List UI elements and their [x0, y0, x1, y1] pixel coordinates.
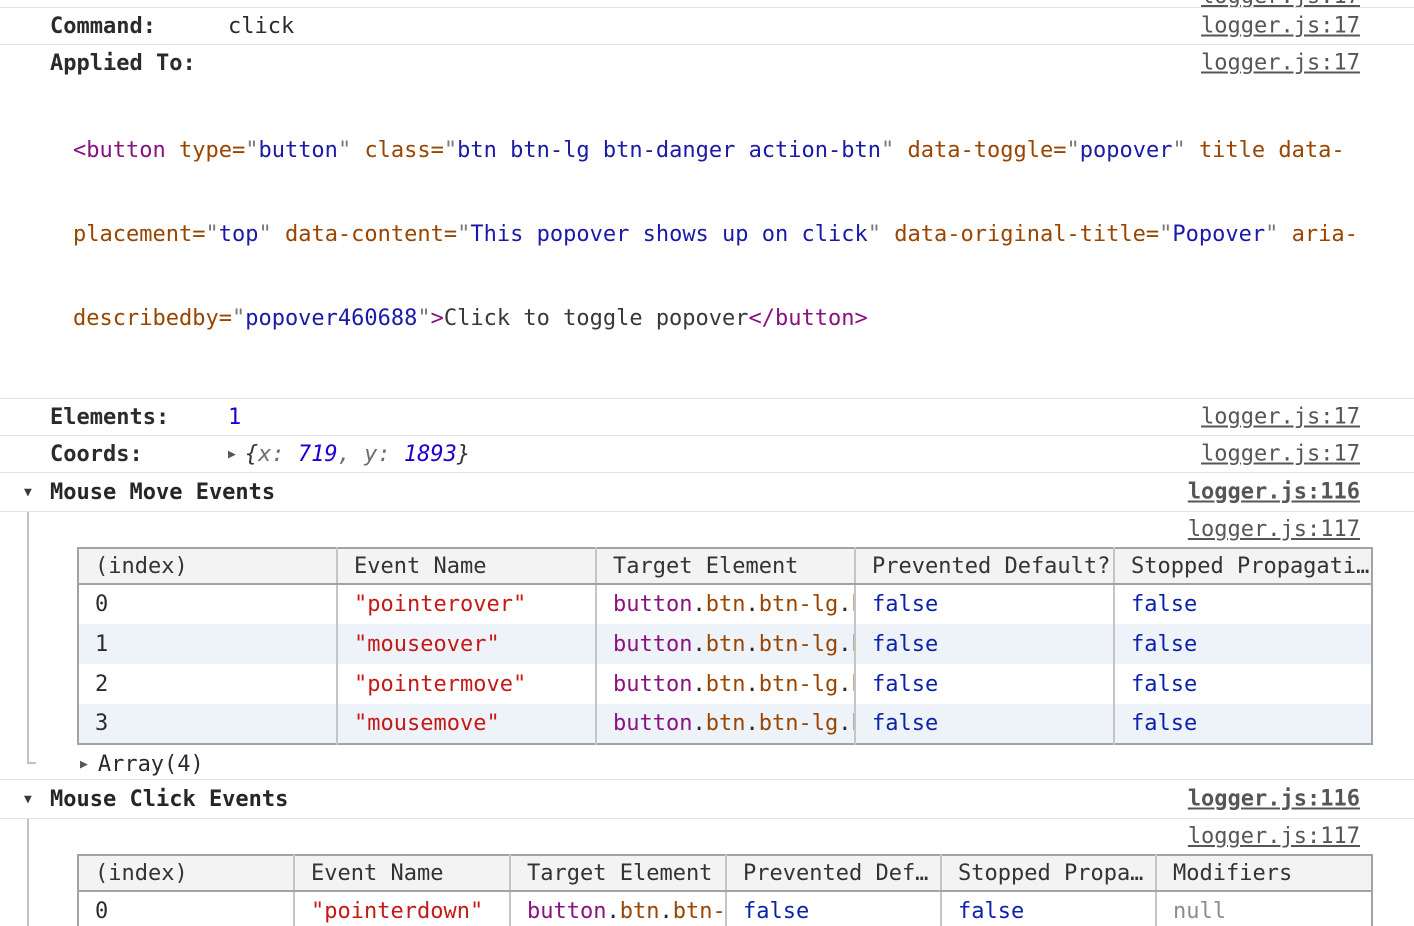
cell-stopped-propagation: false	[1114, 704, 1372, 744]
column-header-modifiers: Modifiers	[1156, 855, 1372, 891]
cell-index: 2	[78, 664, 337, 704]
html-code-line: placement="top" data-content="This popov…	[73, 221, 1414, 249]
clipped-message-row: logger.js:17	[0, 0, 1414, 8]
group-content-mouse-click-events: logger.js:117 (index) Event Name Target …	[0, 819, 1414, 926]
table-row: 3 "mousemove" button.btn.btn-lg.btn-dang…	[78, 704, 1372, 744]
console-message-coords: Coords: ▶ {x: 719, y: 1893} logger.js:17	[0, 436, 1414, 473]
cell-stopped-propagation: false	[1114, 624, 1372, 664]
column-header-index: (index)	[78, 548, 337, 584]
cell-target-element[interactable]: button.btn.btn-lg.btn-danger.action-btn	[596, 624, 855, 664]
source-link[interactable]: logger.js:116	[1188, 480, 1360, 505]
cell-target-element[interactable]: button.btn.btn-lg.btn-danger.action-btn	[596, 704, 855, 744]
cell-index: 0	[78, 891, 294, 926]
column-header-target-element: Target Element	[596, 548, 855, 584]
column-header-prevented-default: Prevented Def…	[726, 855, 941, 891]
source-link[interactable]: logger.js:117	[1188, 824, 1360, 849]
cell-target-element[interactable]: button.btn.btn-lg.btn-danger.action-btn	[596, 584, 855, 624]
column-header-prevented-default: Prevented Default?	[855, 548, 1114, 584]
disclosure-expanded-icon[interactable]: ▼	[24, 486, 32, 499]
source-link[interactable]: logger.js:17	[1201, 442, 1360, 467]
source-link[interactable]: logger.js:17	[1201, 51, 1360, 76]
column-header-target-element: Target Element	[510, 855, 726, 891]
coords-label: Coords:	[50, 442, 228, 467]
cell-target-element[interactable]: button.btn.btn-lg.btn-danger.action-btn	[596, 664, 855, 704]
applied-to-label: Applied To:	[50, 51, 228, 76]
group-title: Mouse Move Events	[50, 480, 275, 505]
source-link[interactable]: logger.js:117	[1188, 517, 1360, 542]
cell-index: 3	[78, 704, 337, 744]
group-header-mouse-move-events[interactable]: ▼ Mouse Move Events logger.js:116	[0, 473, 1414, 512]
group-indent-guide	[27, 512, 36, 764]
cell-prevented-default: false	[855, 584, 1114, 624]
source-link[interactable]: logger.js:17	[1201, 0, 1360, 8]
cell-event-name: "pointerover"	[337, 584, 596, 624]
array-preview-toggle[interactable]: ▶ Array(4)	[0, 749, 1414, 779]
group-content-mouse-move-events: logger.js:117 (index) Event Name Target …	[0, 512, 1414, 780]
elements-count: 1	[228, 405, 241, 430]
table-row: 0 "pointerover" button.btn.btn-lg.btn-da…	[78, 584, 1372, 624]
cell-prevented-default: false	[855, 704, 1114, 744]
cell-prevented-default: false	[855, 664, 1114, 704]
command-value: click	[228, 14, 294, 39]
cell-event-name: "mouseover"	[337, 624, 596, 664]
cell-event-name: "pointermove"	[337, 664, 596, 704]
source-link[interactable]: logger.js:116	[1188, 787, 1360, 812]
html-code-line: describedby="popover460688">Click to tog…	[73, 305, 1414, 333]
coords-object-preview[interactable]: {x: 719, y: 1893}	[245, 442, 470, 467]
table-row: 1 "mouseover" button.btn.btn-lg.btn-dang…	[78, 624, 1372, 664]
cell-stopped-propagation: false	[1114, 584, 1372, 624]
column-header-stopped-propagation: Stopped Propa…	[941, 855, 1156, 891]
command-label: Command:	[50, 14, 228, 39]
cell-prevented-default: false	[726, 891, 941, 926]
array-preview-label: Array(4)	[98, 752, 204, 777]
cell-modifiers: null	[1156, 891, 1372, 926]
console-message-command: Command: click logger.js:17	[0, 8, 1414, 45]
group-title: Mouse Click Events	[50, 787, 288, 812]
table-row: 2 "pointermove" button.btn.btn-lg.btn-da…	[78, 664, 1372, 704]
cell-stopped-propagation: false	[941, 891, 1156, 926]
cell-index: 0	[78, 584, 337, 624]
table-header-row: (index) Event Name Target Element Preven…	[78, 548, 1372, 584]
disclosure-collapsed-icon[interactable]: ▶	[228, 448, 236, 461]
column-header-event-name: Event Name	[294, 855, 510, 891]
devtools-console: logger.js:17 Command: click logger.js:17…	[0, 0, 1414, 926]
applied-to-html-snippet[interactable]: <button type="button" class="btn btn-lg …	[73, 81, 1414, 389]
cell-stopped-propagation: false	[1114, 664, 1372, 704]
cell-index: 1	[78, 624, 337, 664]
mouse-move-events-table: (index) Event Name Target Element Preven…	[77, 547, 1373, 745]
disclosure-expanded-icon[interactable]: ▼	[24, 793, 32, 806]
cell-target-element[interactable]: button.btn.btn-lg.btn-danger.action-btn	[510, 891, 726, 926]
source-link[interactable]: logger.js:17	[1201, 14, 1360, 39]
table-row: 0 "pointerdown" button.btn.btn-lg.btn-da…	[78, 891, 1372, 926]
cell-prevented-default: false	[855, 624, 1114, 664]
mouse-click-events-table: (index) Event Name Target Element Preven…	[77, 854, 1373, 926]
disclosure-collapsed-icon[interactable]: ▶	[80, 758, 88, 771]
column-header-event-name: Event Name	[337, 548, 596, 584]
cell-event-name: "pointerdown"	[294, 891, 510, 926]
elements-label: Elements:	[50, 405, 228, 430]
column-header-index: (index)	[78, 855, 294, 891]
console-message-elements: Elements: 1 logger.js:17	[0, 399, 1414, 436]
group-indent-guide	[27, 819, 36, 926]
column-header-stopped-propagation: Stopped Propagati…	[1114, 548, 1372, 584]
group-header-mouse-click-events[interactable]: ▼ Mouse Click Events logger.js:116	[0, 780, 1414, 819]
source-link[interactable]: logger.js:17	[1201, 405, 1360, 430]
console-message-applied-to: Applied To: logger.js:17 <button type="b…	[0, 45, 1414, 399]
html-code-line: <button type="button" class="btn btn-lg …	[73, 137, 1414, 165]
table-header-row: (index) Event Name Target Element Preven…	[78, 855, 1372, 891]
cell-event-name: "mousemove"	[337, 704, 596, 744]
